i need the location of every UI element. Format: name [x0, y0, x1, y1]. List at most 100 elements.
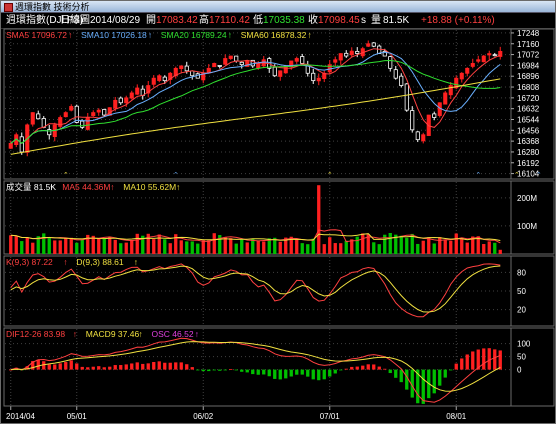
- volume-bar: [388, 233, 392, 254]
- candle-body: [118, 97, 123, 104]
- technical-chart[interactable]: 17248 17160 1707216984 16896 16808 16720 16632…: [1, 1, 555, 423]
- volume-bar: [168, 243, 172, 254]
- volume-bar: [416, 243, 420, 254]
- osc-bar: [262, 369, 266, 375]
- macd-tick-label: 50: [517, 353, 526, 362]
- kd-tick-label: 50: [517, 287, 526, 296]
- kd-legend-0: K(9,3) 87.22: [6, 257, 53, 267]
- candle-body: [349, 50, 354, 56]
- macd-legend-2: OSC 46.52: [152, 329, 194, 339]
- candle-body: [19, 136, 24, 153]
- volume-bar: [229, 238, 233, 254]
- volume-bar: [42, 233, 46, 254]
- candle-body: [344, 52, 349, 57]
- volume-legend-2: MA10 55.62M: [123, 182, 176, 192]
- candle-body: [399, 75, 404, 86]
- osc-bar: [47, 364, 51, 370]
- osc-bar: [179, 362, 183, 370]
- volume-bar: [438, 237, 442, 254]
- macd-legend-0: DIF12-26 83.98: [6, 329, 65, 339]
- price-tick-label: 16808: [517, 83, 540, 92]
- volume-bar: [449, 240, 453, 254]
- volume-bar: [421, 240, 425, 254]
- volume-bar: [262, 241, 266, 254]
- volume-bar: [9, 235, 13, 254]
- candle-body: [69, 106, 74, 111]
- candle-body: [113, 99, 118, 109]
- volume-bar: [372, 242, 376, 254]
- osc-bar: [141, 363, 145, 370]
- osc-bar: [267, 369, 271, 377]
- osc-bar: [174, 362, 178, 370]
- osc-bar: [295, 369, 299, 375]
- candle-body: [481, 55, 486, 63]
- osc-bar: [328, 369, 332, 377]
- volume-bar: [333, 243, 337, 254]
- candle-body: [135, 87, 140, 95]
- candle-body: [228, 55, 233, 59]
- volume-bar: [399, 235, 403, 254]
- candle-body: [184, 65, 189, 72]
- osc-bar: [317, 369, 321, 381]
- volume-bar: [405, 237, 409, 254]
- candle-body: [102, 108, 107, 116]
- price-tick-label: 16280: [517, 148, 540, 157]
- volume-bar: [355, 236, 359, 254]
- osc-bar: [102, 367, 106, 370]
- volume-bar: [361, 233, 365, 254]
- volume-bar: [75, 242, 79, 254]
- candle-body: [432, 113, 437, 118]
- candle-body: [338, 53, 343, 61]
- kd-legend-arrow-icon: ↑: [63, 257, 67, 267]
- volume-bar: [460, 237, 464, 254]
- volume-bar: [498, 249, 502, 254]
- volume-bar: [311, 238, 315, 254]
- price-legend-1: SMA10 17026.18: [81, 30, 147, 40]
- volume-bar: [465, 242, 469, 254]
- volume-bar: [113, 239, 117, 254]
- date-tick-label: 08/01: [446, 412, 467, 421]
- osc-bar: [394, 369, 398, 378]
- osc-bar: [350, 366, 354, 370]
- volume-bar: [328, 237, 332, 254]
- osc-bar: [405, 369, 409, 390]
- osc-bar: [284, 369, 288, 379]
- candle-body: [151, 77, 156, 85]
- osc-bar: [201, 369, 205, 372]
- osc-bar: [218, 369, 222, 371]
- osc-bar: [460, 358, 464, 370]
- osc-bar: [344, 368, 348, 370]
- kd-legend-1: D(9,3) 88.61: [76, 257, 124, 267]
- candle-body: [217, 65, 222, 67]
- osc-bar: [372, 364, 376, 370]
- price-tick-label: 16368: [517, 137, 540, 146]
- candle-body: [63, 112, 68, 118]
- osc-bar: [75, 363, 79, 370]
- price-tick-label: 16632: [517, 105, 540, 114]
- osc-bar: [64, 362, 68, 370]
- osc-bar: [465, 354, 469, 370]
- volume-bar: [223, 237, 227, 254]
- candle-body: [410, 110, 415, 131]
- candle-body: [8, 142, 13, 149]
- volume-bar: [427, 237, 431, 254]
- event-marker-icon: ⌃: [514, 172, 520, 179]
- candle-body: [162, 76, 167, 82]
- volume-bar: [234, 243, 238, 254]
- osc-bar: [207, 369, 211, 372]
- osc-bar: [355, 366, 359, 370]
- candle-body: [459, 72, 464, 80]
- candle-body: [487, 53, 492, 56]
- osc-bar: [443, 369, 447, 378]
- osc-bar: [306, 369, 310, 377]
- osc-bar: [91, 366, 95, 370]
- candle-body: [294, 58, 299, 62]
- volume-bar: [25, 237, 29, 254]
- volume-bar: [344, 240, 348, 254]
- volume-bar: [179, 240, 183, 254]
- volume-bar: [482, 244, 486, 254]
- osc-bar: [69, 360, 73, 370]
- osc-bar: [152, 362, 156, 370]
- date-tick-label: 2014/04: [6, 412, 35, 421]
- candle-body: [316, 77, 321, 82]
